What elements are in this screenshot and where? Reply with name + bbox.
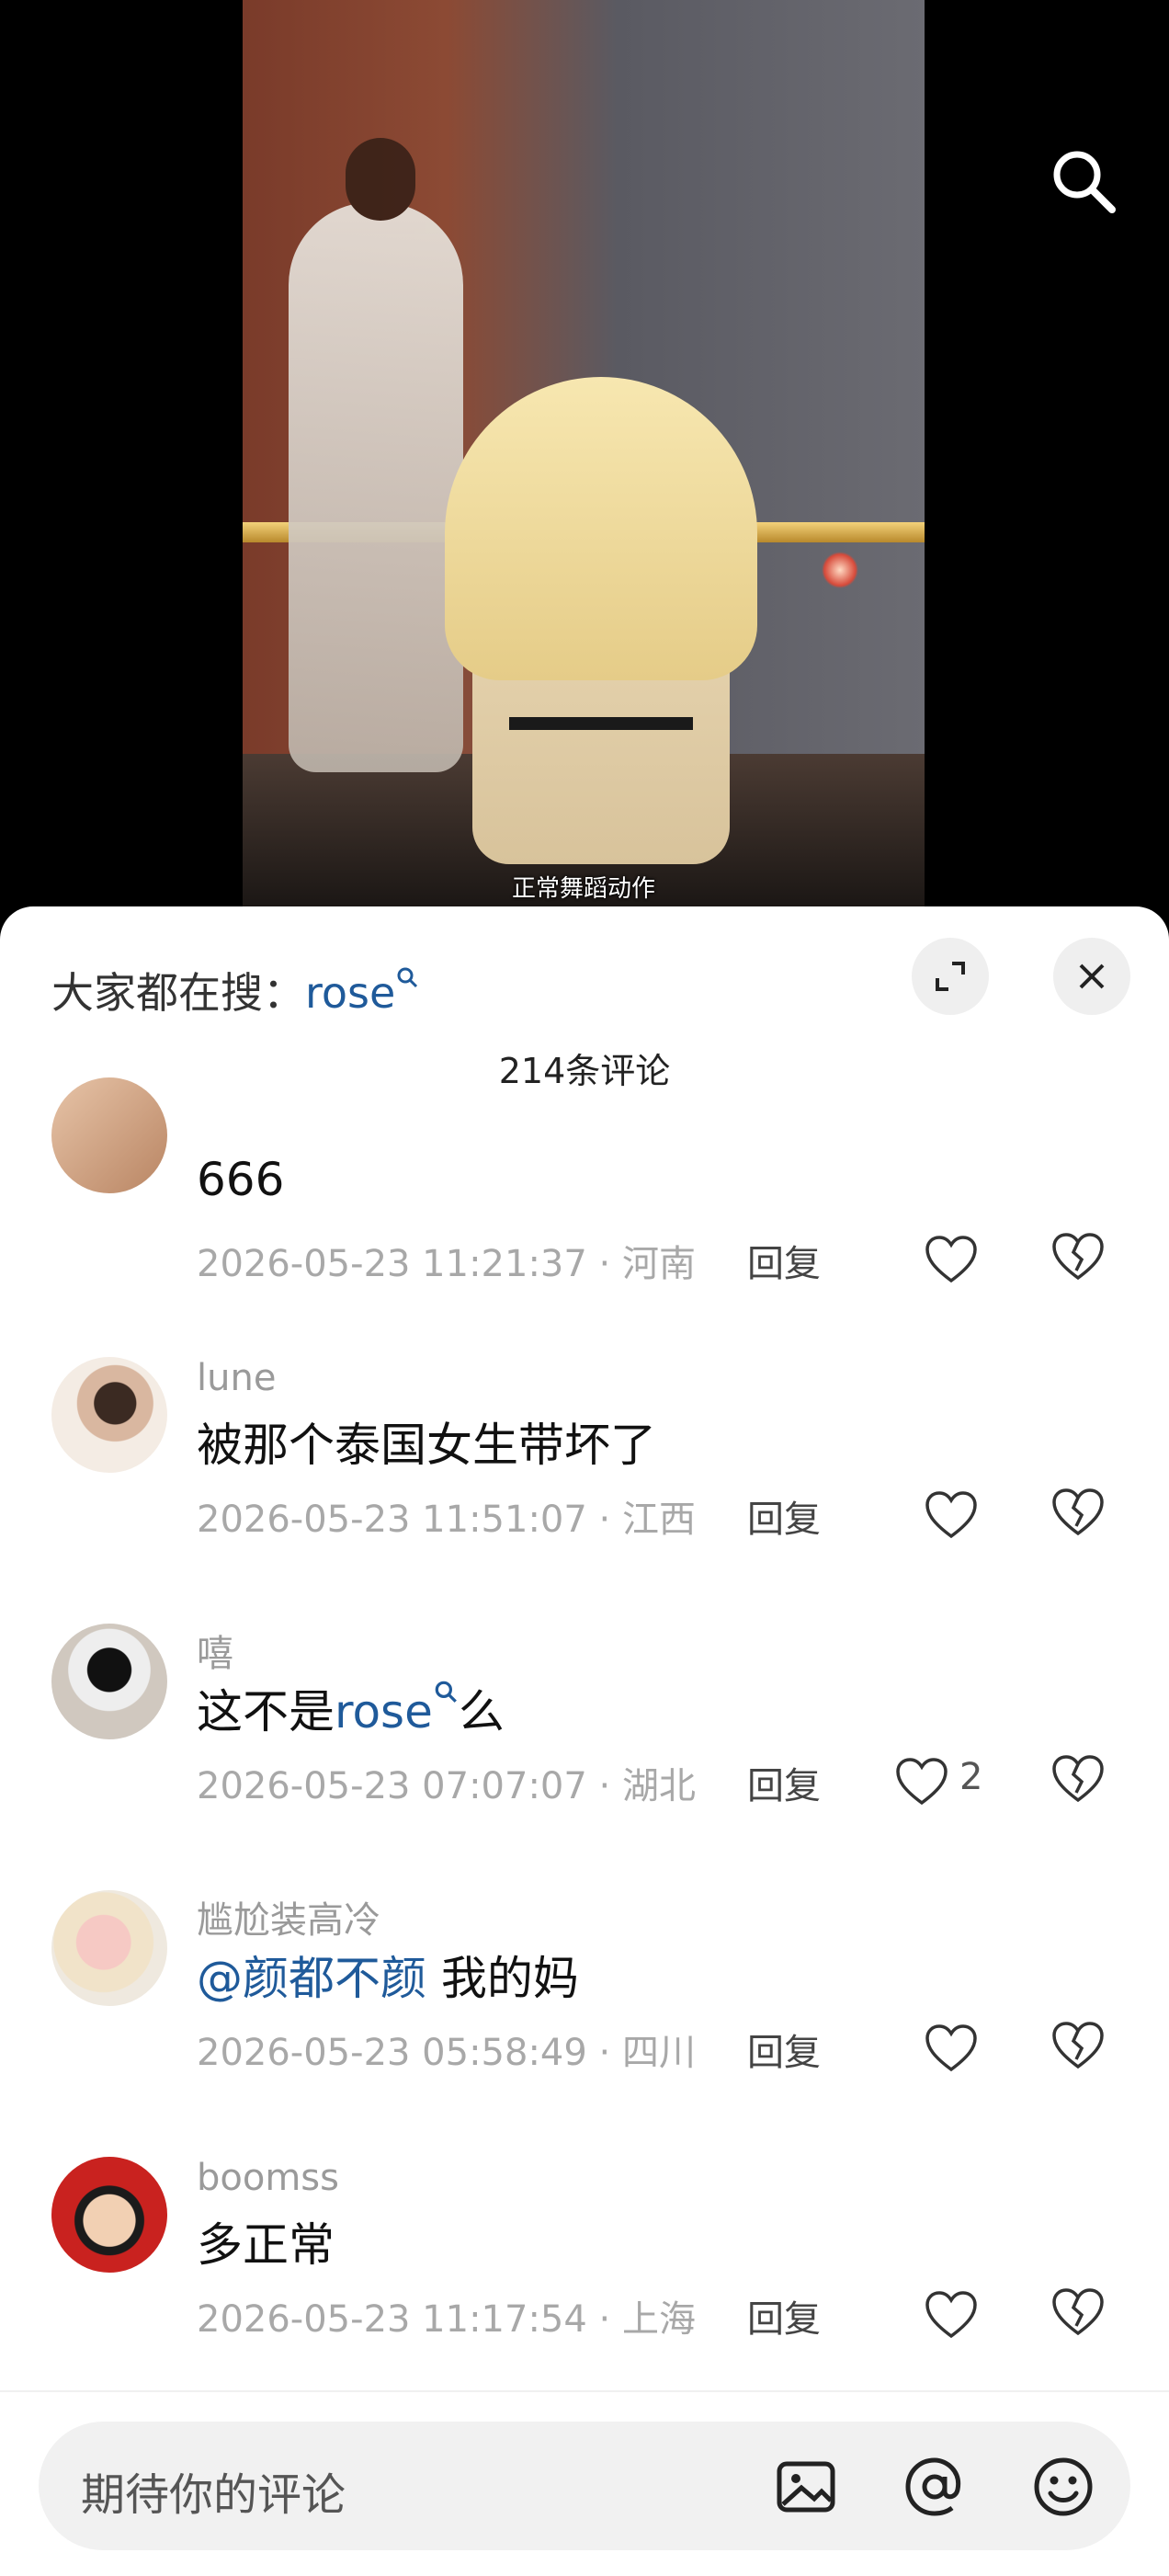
comment-username[interactable]: lune xyxy=(197,1357,276,1399)
stage-light xyxy=(822,552,858,588)
comment-item: lune 被那个泰国女生带坏了 2026-05-23 11:51:07 · 江西… xyxy=(0,1357,1169,1596)
comment-timestamp: 2026-05-23 07:07:07 · 湖北 xyxy=(197,1765,696,1807)
comment-item: 嘻 这不是rose 么 2026-05-23 07:07:07 · 湖北 回复 2 xyxy=(0,1624,1169,1863)
broken-heart-icon[interactable] xyxy=(1051,1754,1110,1809)
comment-text: 666 xyxy=(197,1153,285,1206)
comment-item: 尴尬装高冷 @颜都不颜 我的妈 2026-05-23 05:58:49 · 四川… xyxy=(0,1890,1169,2129)
broken-heart-icon[interactable] xyxy=(1051,1232,1110,1287)
expand-button[interactable] xyxy=(912,938,989,1015)
image-icon[interactable] xyxy=(774,2455,838,2519)
comment-text-part: 么 xyxy=(458,1685,505,1738)
broken-heart-icon[interactable] xyxy=(1051,1487,1110,1543)
reply-button[interactable]: 回复 xyxy=(747,1499,821,1541)
comment-meta: 2026-05-23 07:07:07 · 湖北 回复 xyxy=(197,1756,821,1809)
comment-sheet: 大家都在搜：rose 214条评论 666 2026-05-23 11:21:3… xyxy=(0,906,1169,2574)
heart-icon[interactable] xyxy=(925,2287,983,2342)
like-count: 2 xyxy=(959,1756,983,1798)
broken-heart-icon[interactable] xyxy=(1051,2021,1110,2076)
comment-meta: 2026-05-23 11:17:54 · 上海 回复 xyxy=(197,2289,821,2342)
video-subtitle: 正常舞蹈动作 xyxy=(511,875,655,903)
comment-text: 被那个泰国女生带坏了 xyxy=(197,1419,656,1472)
avatar[interactable] xyxy=(51,2157,167,2273)
hot-search-term[interactable]: rose xyxy=(305,968,395,1018)
comment-meta: 2026-05-23 11:21:37 · 河南 回复 xyxy=(197,1234,821,1287)
comment-text: 多正常 xyxy=(197,2218,335,2272)
comment-search-link[interactable]: rose xyxy=(335,1685,433,1738)
comment-input[interactable]: 期待你的评论 xyxy=(39,2422,1130,2550)
avatar[interactable] xyxy=(51,1077,167,1193)
comment-input-placeholder[interactable]: 期待你的评论 xyxy=(81,2458,346,2523)
reply-button[interactable]: 回复 xyxy=(747,2032,821,2074)
reply-button[interactable]: 回复 xyxy=(747,1765,821,1807)
reply-button[interactable]: 回复 xyxy=(747,1243,821,1285)
heart-icon[interactable] xyxy=(925,1487,983,1543)
search-small-icon xyxy=(435,1681,457,1703)
dancer-main xyxy=(445,377,757,864)
close-icon xyxy=(1079,963,1105,989)
search-icon[interactable] xyxy=(1048,145,1121,219)
comment-timestamp: 2026-05-23 11:17:54 · 上海 xyxy=(197,2298,696,2341)
dancer-belt xyxy=(509,717,693,730)
hot-search[interactable]: 大家都在搜：rose xyxy=(51,960,419,1020)
comment-timestamp: 2026-05-23 11:51:07 · 江西 xyxy=(197,1499,696,1541)
comment-meta: 2026-05-23 05:58:49 · 四川 回复 xyxy=(197,2023,821,2076)
comment-username[interactable]: 尴尬装高冷 xyxy=(197,1890,380,1943)
video-player[interactable]: 正常舞蹈动作 xyxy=(0,0,1169,919)
heart-icon[interactable] xyxy=(925,1232,983,1287)
comment-username[interactable]: boomss xyxy=(197,2157,339,2199)
avatar[interactable] xyxy=(51,1624,167,1739)
hot-search-label: 大家都在搜： xyxy=(51,968,305,1018)
dancer-hair xyxy=(445,377,757,680)
dancer-left xyxy=(289,138,463,772)
at-icon[interactable] xyxy=(902,2455,967,2519)
emoji-icon[interactable] xyxy=(1031,2455,1095,2519)
comment-input-bar: 期待你的评论 xyxy=(0,2390,1169,2576)
avatar[interactable] xyxy=(51,1357,167,1473)
comment-timestamp: 2026-05-23 05:58:49 · 四川 xyxy=(197,2032,696,2074)
comment-text-part: 我的妈 xyxy=(426,1952,579,2005)
expand-icon xyxy=(936,962,965,991)
comment-meta: 2026-05-23 11:51:07 · 江西 回复 xyxy=(197,1489,821,1543)
comment-item: boomss 多正常 2026-05-23 11:17:54 · 上海 回复 xyxy=(0,2157,1169,2396)
heart-icon[interactable] xyxy=(895,1754,954,1809)
comment-text: @颜都不颜 我的妈 xyxy=(197,1942,579,2008)
search-small-icon xyxy=(397,967,418,988)
comment-text-part: 这不是 xyxy=(197,1685,335,1738)
video-frame[interactable]: 正常舞蹈动作 xyxy=(243,0,925,910)
broken-heart-icon[interactable] xyxy=(1051,2287,1110,2342)
close-button[interactable] xyxy=(1053,938,1130,1015)
comment-item: 666 2026-05-23 11:21:37 · 河南 回复 xyxy=(0,1077,1169,1381)
heart-icon[interactable] xyxy=(925,2021,983,2076)
comment-timestamp: 2026-05-23 11:21:37 · 河南 xyxy=(197,1243,696,1285)
comment-count: 214条评论 xyxy=(498,1051,671,1091)
mention-link[interactable]: @颜都不颜 xyxy=(197,1952,426,2005)
dancer-left-head xyxy=(346,138,415,221)
avatar[interactable] xyxy=(51,1890,167,2006)
comment-text: 这不是rose 么 xyxy=(197,1675,505,1741)
comment-username[interactable]: 嘻 xyxy=(197,1624,233,1677)
reply-button[interactable]: 回复 xyxy=(747,2298,821,2341)
